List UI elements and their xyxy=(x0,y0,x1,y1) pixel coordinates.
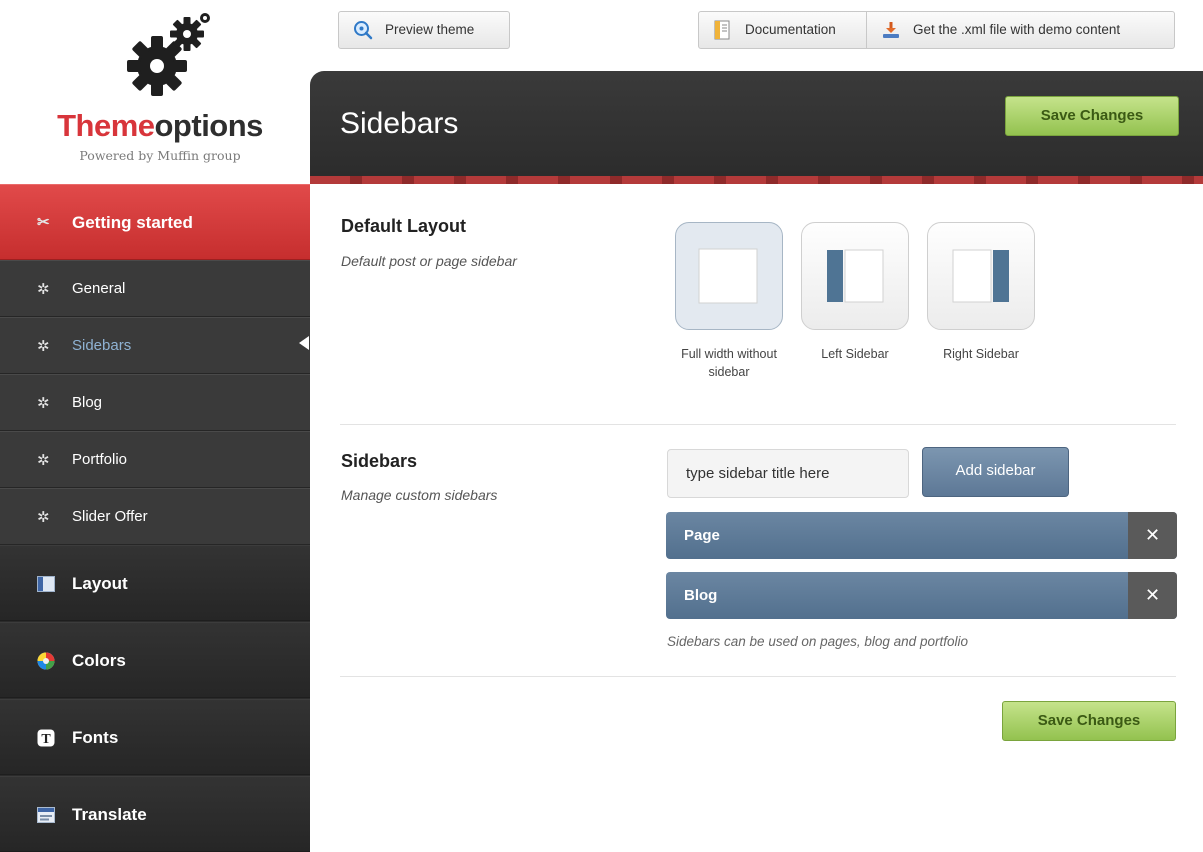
documentation-button[interactable]: Documentation xyxy=(698,11,867,49)
get-xml-button[interactable]: Get the .xml file with demo content xyxy=(866,11,1175,49)
delete-sidebar-close-icon[interactable]: ✕ xyxy=(1128,572,1177,619)
nav-item-general[interactable]: ✲ General xyxy=(0,260,310,317)
layout-caption-full-width: Full width without sidebar xyxy=(681,347,777,379)
nav-item-label: Portfolio xyxy=(72,451,128,468)
nav-item-blog[interactable]: ✲ Blog xyxy=(0,374,310,431)
header-stripe xyxy=(310,176,1203,184)
nav-getting-started[interactable]: ✂ Getting started xyxy=(0,184,310,260)
nav-item-portfolio[interactable]: ✲ Portfolio xyxy=(0,431,310,488)
nav-translate[interactable]: Translate xyxy=(0,776,310,852)
active-item-caret-icon xyxy=(299,336,309,350)
sidebar: Themeoptions Powered by Muffin group ✂ G… xyxy=(0,0,310,852)
gear-icon: ✲ xyxy=(37,452,50,469)
gear-icon: ✲ xyxy=(37,338,50,355)
default-layout-description: Default post or page sidebar xyxy=(341,253,517,269)
brand-title-theme: Theme xyxy=(57,108,155,143)
nav-colors[interactable]: Colors xyxy=(0,622,310,698)
gears-logo-icon xyxy=(127,13,210,96)
sidebar-list-item-page: Page ✕ xyxy=(666,512,1177,559)
nav-item-sidebars[interactable]: ✲ Sidebars xyxy=(0,317,310,374)
nav-item-label: Slider Offer xyxy=(72,508,148,525)
gear-icon: ✲ xyxy=(37,395,50,412)
translate-icon xyxy=(37,807,55,827)
sidebars-help-text: Sidebars can be used on pages, blog and … xyxy=(667,634,968,649)
nav-fonts-label: Fonts xyxy=(72,728,119,747)
save-changes-button-top[interactable]: Save Changes xyxy=(1005,96,1179,136)
nav-layout[interactable]: Layout xyxy=(0,545,310,621)
layout-option-right-sidebar[interactable] xyxy=(927,222,1035,330)
brand-title-options: options xyxy=(154,108,264,143)
layout-icon xyxy=(37,576,55,596)
documentation-label: Documentation xyxy=(745,22,836,37)
download-icon xyxy=(883,22,899,38)
left-sidebar-layout-icon xyxy=(827,249,884,303)
nav-fonts[interactable]: T Fonts xyxy=(0,699,310,775)
brand-title: Themeoptions xyxy=(0,108,320,144)
sidebar-title-input[interactable] xyxy=(667,449,909,498)
nav-translate-label: Translate xyxy=(72,805,147,824)
section-divider xyxy=(340,424,1176,425)
add-sidebar-button[interactable]: Add sidebar xyxy=(922,447,1069,497)
sidebars-section-title: Sidebars xyxy=(341,451,418,471)
layout-caption-left-sidebar: Left Sidebar xyxy=(821,347,889,361)
color-wheel-icon xyxy=(37,652,55,674)
magnifier-icon xyxy=(354,21,373,40)
gear-icon: ✲ xyxy=(37,281,50,298)
save-changes-button-bottom[interactable]: Save Changes xyxy=(1002,701,1176,741)
tools-icon: ✂ xyxy=(37,214,50,231)
font-icon: T xyxy=(37,729,55,751)
sidebar-list-item-blog: Blog ✕ xyxy=(666,572,1177,619)
layout-option-full-width[interactable] xyxy=(675,222,783,330)
nav-item-label: Blog xyxy=(72,394,103,411)
theme-options-app: Themeoptions Powered by Muffin group ✂ G… xyxy=(0,0,1203,852)
section-divider xyxy=(340,676,1176,677)
layout-option-left-sidebar[interactable] xyxy=(801,222,909,330)
preview-theme-button[interactable]: Preview theme xyxy=(338,11,510,49)
brand: Themeoptions Powered by Muffin group xyxy=(0,0,310,184)
document-icon xyxy=(714,20,730,40)
nav-getting-started-label: Getting started xyxy=(72,213,193,232)
preview-theme-label: Preview theme xyxy=(385,22,475,37)
nav-colors-label: Colors xyxy=(72,651,126,670)
nav-item-label: General xyxy=(72,280,126,297)
nav-item-label: Sidebars xyxy=(72,337,132,354)
nav-item-slider-offer[interactable]: ✲ Slider Offer xyxy=(0,488,310,545)
layout-caption-right-sidebar: Right Sidebar xyxy=(943,347,1019,361)
svg-text:T: T xyxy=(41,732,51,747)
get-xml-label: Get the .xml file with demo content xyxy=(913,22,1121,37)
sidebars-section-description: Manage custom sidebars xyxy=(341,487,498,503)
sidebar-item-name: Blog xyxy=(684,587,718,604)
default-layout-title: Default Layout xyxy=(341,216,467,236)
delete-sidebar-close-icon[interactable]: ✕ xyxy=(1128,512,1177,559)
gear-icon: ✲ xyxy=(37,509,50,526)
full-width-layout-icon xyxy=(698,248,758,304)
brand-subtitle: Powered by Muffin group xyxy=(79,148,241,163)
nav-layout-label: Layout xyxy=(72,574,128,593)
page-title: Sidebars xyxy=(340,107,459,140)
sidebar-item-name: Page xyxy=(684,527,720,544)
right-sidebar-layout-icon xyxy=(952,249,1009,303)
